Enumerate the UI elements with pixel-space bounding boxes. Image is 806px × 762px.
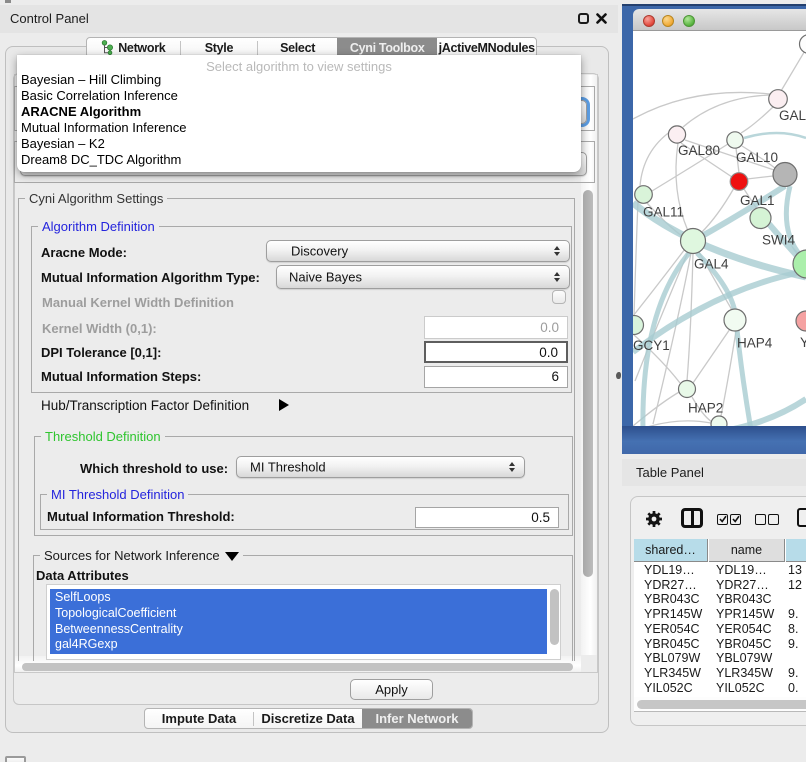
svg-text:SWI4: SWI4 [762, 233, 795, 248]
svg-text:HAP2: HAP2 [688, 401, 723, 416]
svg-text:GCY1: GCY1 [633, 338, 670, 353]
svg-text:GAL80: GAL80 [678, 143, 720, 158]
svg-text:GAL4: GAL4 [694, 257, 729, 272]
svg-text:GAL10: GAL10 [736, 150, 778, 165]
svg-text:HAP4: HAP4 [737, 336, 773, 351]
svg-text:GAL11: GAL11 [643, 205, 684, 220]
svg-text:GAL1: GAL1 [740, 193, 775, 208]
svg-text:GAL7: GAL7 [779, 108, 806, 123]
svg-text:Y: Y [800, 335, 806, 350]
